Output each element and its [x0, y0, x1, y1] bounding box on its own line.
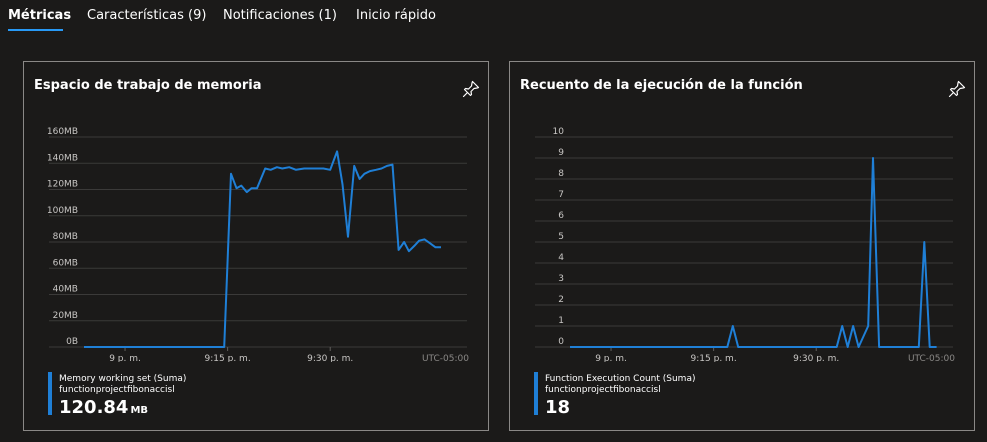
y-tick-label: 5	[558, 232, 564, 242]
timezone-label: UTC-05:00	[908, 354, 955, 362]
x-tick-label: 9 p. m.	[109, 354, 141, 362]
y-tick-label: 140MB	[47, 153, 78, 163]
legend-value: 120.84 MB	[59, 397, 148, 418]
y-tick-label: 0	[558, 337, 564, 347]
x-tick-label: 9:30 p. m.	[793, 354, 839, 362]
tab-notificaciones[interactable]: Notificaciones (1)	[223, 8, 337, 23]
execution-count-line-chart[interactable]: 0 1 2 3 4 5 6 7 8 9 10 9 p. m. 9:15 p. m. 9:30 p. m. U…	[510, 62, 976, 362]
y-tick-label: 60MB	[53, 258, 78, 268]
legend-color-swatch	[534, 372, 538, 415]
y-tick-label: 4	[558, 253, 564, 263]
x-tick-label: 9:15 p. m.	[691, 354, 737, 362]
y-tick-label: 40MB	[53, 285, 78, 295]
x-tick-label: 9:30 p. m.	[307, 354, 353, 362]
y-tick-label: 160MB	[47, 127, 78, 137]
x-tick-label: 9:15 p. m.	[205, 354, 251, 362]
series-line	[84, 150, 441, 348]
y-tick-label: 20MB	[53, 311, 78, 321]
y-tick-label: 80MB	[53, 232, 78, 242]
active-tab-indicator	[8, 29, 63, 31]
y-tick-label: 6	[558, 211, 564, 221]
execution-count-chart-card[interactable]: Recuento de la ejecución de la función 0…	[509, 61, 975, 431]
x-tick-label: 9 p. m.	[595, 354, 627, 362]
memory-chart-card[interactable]: Espacio de trabajo de memoria 0B 20MB 40MB…	[23, 61, 489, 431]
tab-bar: Métricas Características (9) Notificacio…	[0, 0, 987, 36]
tab-caracteristicas[interactable]: Características (9)	[87, 8, 206, 23]
legend-color-swatch	[48, 372, 52, 415]
y-tick-label: 8	[558, 169, 564, 179]
legend-series-name: Function Execution Count (Suma)	[545, 374, 696, 384]
timezone-label: UTC-05:00	[422, 354, 469, 362]
legend-value: 18	[545, 397, 572, 418]
y-tick-label: 1	[558, 316, 564, 326]
memory-line-chart[interactable]: 0B 20MB 40MB 60MB 80MB 100MB 120MB 140MB 160MB 9 …	[24, 62, 490, 362]
series-line	[570, 157, 937, 348]
y-tick-label: 2	[558, 295, 564, 305]
tab-inicio-rapido[interactable]: Inicio rápido	[356, 8, 436, 23]
y-tick-label: 10	[553, 127, 565, 137]
legend-resource-name: functionprojectfibonaccisl	[545, 385, 661, 395]
legend-series-name: Memory working set (Suma)	[59, 374, 187, 384]
tab-metricas[interactable]: Métricas	[8, 8, 71, 23]
y-tick-label: 9	[558, 148, 564, 158]
y-tick-label: 3	[558, 274, 564, 284]
legend-value-unit: MB	[130, 405, 149, 416]
legend-value-number: 18	[545, 397, 571, 418]
legend-value-number: 120.84	[59, 397, 129, 418]
y-tick-label: 7	[558, 190, 564, 200]
y-tick-label: 120MB	[47, 180, 78, 190]
y-tick-label: 0B	[66, 337, 78, 347]
y-tick-label: 100MB	[47, 206, 78, 216]
legend-resource-name: functionprojectfibonaccisl	[59, 385, 175, 395]
